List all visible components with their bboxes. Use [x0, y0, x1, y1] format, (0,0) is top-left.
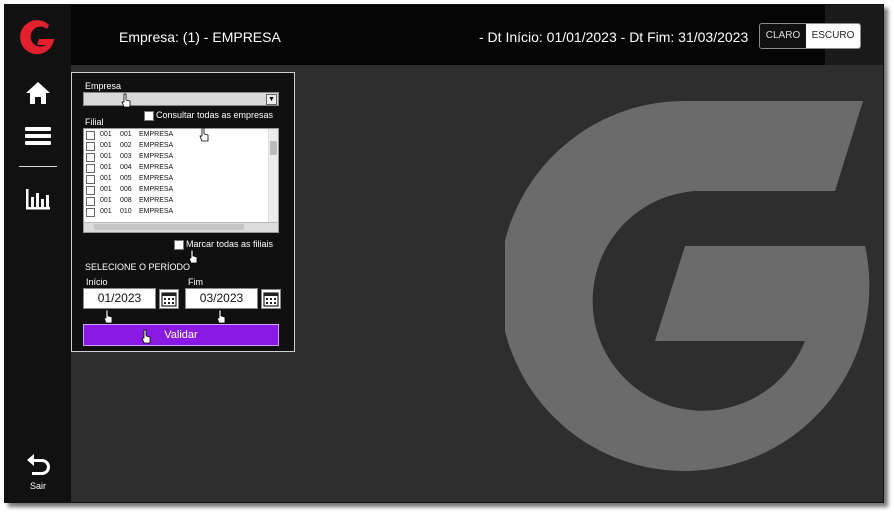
filial-row[interactable]: 001 003 EMPRESA — [84, 152, 268, 163]
filial-code-1: 001 — [100, 142, 112, 149]
inicio-input[interactable]: 01/2023 — [83, 288, 156, 309]
filial-checkbox[interactable] — [86, 131, 95, 140]
filial-code-1: 001 — [100, 153, 112, 160]
filial-name: EMPRESA — [139, 142, 174, 149]
filial-code-1: 001 — [100, 164, 112, 171]
filial-name: EMPRESA — [139, 186, 174, 193]
sidebar-item-reports[interactable] — [22, 183, 54, 215]
filial-checkbox[interactable] — [86, 153, 95, 162]
filial-code-1: 001 — [100, 197, 112, 204]
filial-code-2: 010 — [120, 208, 132, 215]
filial-name: EMPRESA — [139, 208, 174, 215]
filial-name: EMPRESA — [139, 164, 174, 171]
theme-dark-button[interactable]: ESCURO — [806, 24, 860, 48]
calendar-icon — [263, 292, 279, 307]
exit-arrow-icon — [27, 454, 50, 475]
filial-name: EMPRESA — [139, 197, 174, 204]
filial-code-1: 001 — [100, 186, 112, 193]
marcar-todas-checkbox[interactable] — [174, 240, 184, 250]
theme-toggle: CLARO ESCURO — [759, 23, 861, 49]
filial-list-vscrollbar[interactable] — [268, 129, 278, 223]
brand-logo-icon — [20, 20, 54, 55]
filial-code-1: 001 — [100, 175, 112, 182]
filial-checkbox[interactable] — [86, 175, 95, 184]
filial-checkbox[interactable] — [86, 164, 95, 173]
inicio-calendar-button[interactable] — [159, 289, 179, 309]
filial-list-hscrollbar[interactable] — [84, 222, 278, 232]
consultar-todas-checkbox[interactable] — [144, 111, 154, 121]
filial-row[interactable]: 001 001 EMPRESA — [84, 130, 268, 141]
consultar-todas-label: Consultar todas as empresas — [156, 110, 274, 120]
inicio-label: Início — [86, 277, 108, 287]
filial-row[interactable]: 001 010 EMPRESA — [84, 207, 268, 218]
filial-name: EMPRESA — [139, 175, 174, 182]
hscroll-thumb[interactable] — [94, 224, 244, 230]
period-title: SELECIONE O PERÍODO — [85, 262, 191, 272]
header-bar: Empresa: (1) - EMPRESA - Dt Início: 01/0… — [71, 5, 883, 65]
filial-row[interactable]: 001 004 EMPRESA — [84, 163, 268, 174]
vscroll-thumb[interactable] — [270, 141, 277, 155]
filter-panel: Empresa ▼ Consultar todas as empresas Fi… — [71, 72, 295, 352]
filial-label: Filial — [85, 117, 104, 127]
fim-calendar-button[interactable] — [261, 289, 281, 309]
bar-chart-icon — [26, 189, 50, 210]
filial-row[interactable]: 001 006 EMPRESA — [84, 185, 268, 196]
filial-row[interactable]: 001 005 EMPRESA — [84, 174, 268, 185]
hand-pointer-icon — [103, 309, 113, 324]
filial-code-2: 005 — [120, 175, 132, 182]
filial-name: EMPRESA — [139, 153, 174, 160]
chevron-down-icon: ▼ — [266, 94, 277, 105]
sidebar-divider — [19, 166, 57, 167]
filial-row[interactable]: 001 008 EMPRESA — [84, 196, 268, 207]
filial-code-2: 003 — [120, 153, 132, 160]
sidebar: Sair — [5, 5, 71, 502]
filial-code-2: 006 — [120, 186, 132, 193]
fim-label: Fim — [188, 277, 203, 287]
filial-checkbox[interactable] — [86, 208, 95, 217]
filial-checkbox[interactable] — [86, 142, 95, 151]
filial-code-2: 004 — [120, 164, 132, 171]
sidebar-item-home[interactable] — [22, 77, 54, 109]
sidebar-item-menu[interactable] — [22, 120, 54, 152]
empresa-select[interactable]: ▼ — [83, 92, 279, 106]
home-icon — [26, 82, 50, 104]
exit-label: Sair — [29, 481, 46, 491]
hand-pointer-icon — [216, 309, 226, 324]
filial-code-1: 001 — [100, 208, 112, 215]
filial-row[interactable]: 001 002 EMPRESA — [84, 141, 268, 152]
empresa-header-text: Empresa: (1) - EMPRESA — [119, 29, 281, 45]
filial-code-2: 001 — [120, 131, 132, 138]
period-header-text: - Dt Início: 01/01/2023 - Dt Fim: 31/03/… — [479, 29, 749, 45]
background-logo-icon — [505, 101, 870, 471]
marcar-todas-label: Marcar todas as filiais — [186, 239, 274, 249]
validate-button[interactable]: Validar — [83, 324, 279, 346]
exit-button[interactable]: Sair — [13, 449, 63, 493]
filial-code-1: 001 — [100, 131, 112, 138]
filial-checkbox[interactable] — [86, 197, 95, 206]
filial-name: EMPRESA — [139, 131, 174, 138]
filial-checkbox[interactable] — [86, 186, 95, 195]
calendar-icon — [161, 292, 177, 307]
app-window: Sair Empresa: (1) - EMPRESA - Dt Início:… — [4, 4, 884, 503]
filial-code-2: 008 — [120, 197, 132, 204]
fim-input[interactable]: 03/2023 — [185, 288, 258, 309]
hamburger-menu-icon — [25, 127, 51, 145]
empresa-label: Empresa — [85, 81, 122, 91]
filial-list[interactable]: 001 001 EMPRESA 001 002 EMPRESA 001 003 EMPRESA 0… — [83, 128, 279, 233]
theme-light-button[interactable]: CLARO — [760, 24, 806, 48]
filial-code-2: 002 — [120, 142, 132, 149]
